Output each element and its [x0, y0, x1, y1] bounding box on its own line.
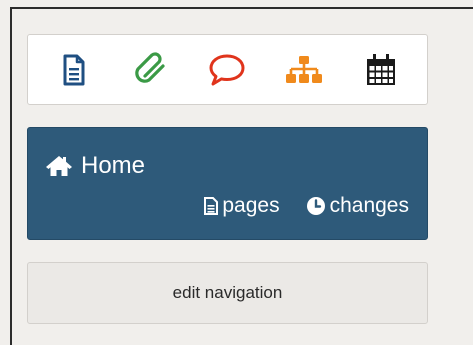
- speech-bubble-icon: [209, 54, 245, 85]
- clock-icon: [306, 197, 325, 215]
- calendar-icon: [366, 53, 395, 85]
- pages-link-label: pages: [222, 194, 280, 217]
- paperclip-icon: [135, 51, 165, 83]
- edit-navigation-label: edit navigation: [172, 283, 283, 302]
- home-title: Home: [81, 152, 146, 179]
- edit-navigation-button[interactable]: edit navigation: [27, 262, 428, 324]
- calendar-button[interactable]: [357, 46, 405, 94]
- changes-link[interactable]: changes: [306, 194, 409, 218]
- sitemap-icon: [286, 55, 323, 83]
- pages-link[interactable]: pages: [204, 194, 280, 218]
- sitemap-button[interactable]: [280, 46, 328, 94]
- home-links: pages changes: [204, 194, 409, 218]
- attach-file-button[interactable]: [127, 46, 175, 94]
- home-icon: [46, 156, 72, 176]
- window-frame-left: [10, 7, 12, 345]
- home-navigation-panel: Home pages changes: [27, 127, 428, 240]
- file-icon: [204, 197, 219, 215]
- changes-link-label: changes: [329, 194, 409, 217]
- new-page-button[interactable]: [50, 46, 98, 94]
- document-icon: [63, 54, 85, 85]
- window-frame-top: [10, 7, 473, 9]
- tool-bar: [27, 34, 428, 105]
- home-link[interactable]: Home: [45, 152, 145, 180]
- comments-button[interactable]: [203, 46, 251, 94]
